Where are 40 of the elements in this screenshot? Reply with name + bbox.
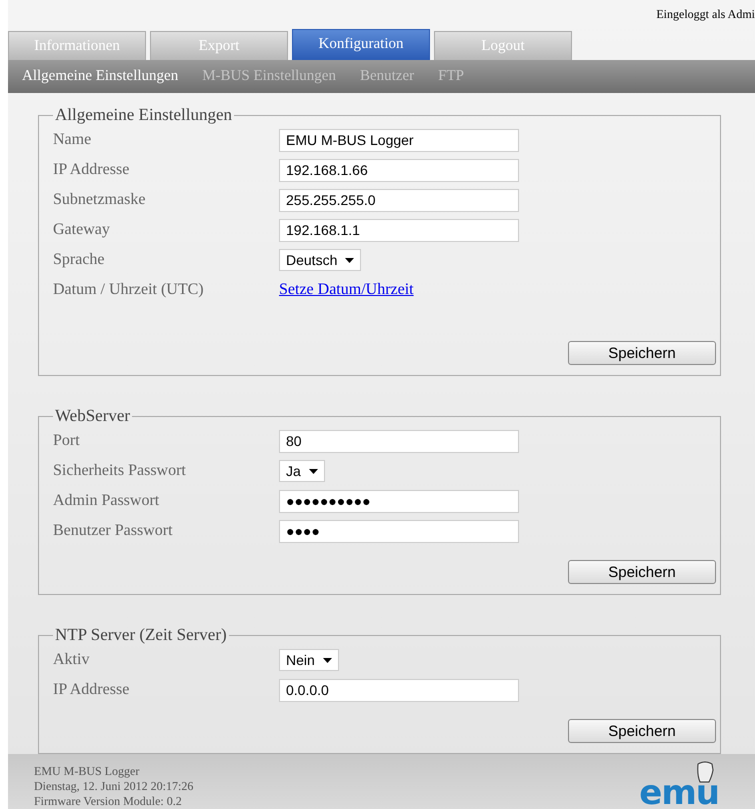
footer-text: EMU M-BUS Logger xyxy=(34,764,140,779)
input-field[interactable]: EMU M-BUS Logger xyxy=(279,128,519,152)
field-label: Sprache xyxy=(53,251,106,269)
field-label: Benutzer Passwort xyxy=(53,522,174,540)
field-label: Port xyxy=(53,432,81,450)
select-field[interactable]: Ja xyxy=(279,460,325,482)
footer-text: Firmware Version Module: 0.2 xyxy=(34,794,183,809)
input-field[interactable]: 80 xyxy=(279,430,519,452)
select-field[interactable]: Deutsch xyxy=(279,249,362,271)
caret-icon xyxy=(322,658,332,662)
input-field[interactable]: 192.168.1.1 xyxy=(279,218,519,242)
footer-text: Dienstag, 12. Juni 2012 20:17:26 xyxy=(34,779,194,794)
section-title: Allgemeine Einstellungen xyxy=(54,105,234,125)
field-label: Gateway xyxy=(53,221,111,239)
input-field[interactable]: 255.255.255.0 xyxy=(279,188,519,212)
save-button[interactable]: Speichern xyxy=(568,560,716,584)
field-label: IP Addresse xyxy=(53,681,130,699)
field-label: Name xyxy=(53,131,92,149)
emu-logo: emu xyxy=(639,777,719,809)
field-label: Subnetzmaske xyxy=(53,191,146,209)
select-field[interactable]: Nein xyxy=(279,649,339,671)
set-datetime-link[interactable]: Setze Datum/Uhrzeit xyxy=(279,281,414,299)
save-button[interactable]: Speichern xyxy=(568,341,716,365)
field-label: Sicherheits Passwort xyxy=(53,462,187,480)
field-label: Admin Passwort xyxy=(53,492,160,510)
nav-tab[interactable]: Konfiguration xyxy=(292,29,430,60)
field-label: IP Addresse xyxy=(53,161,130,179)
field-label: Aktiv xyxy=(53,651,90,669)
section-title: WebServer xyxy=(54,406,132,426)
password-field[interactable]: ●●●●●●●●●● xyxy=(279,490,519,512)
subnav-link[interactable]: Allgemeine Einstellungen xyxy=(22,68,178,85)
caret-icon xyxy=(308,468,318,474)
password-field[interactable]: ●●●● xyxy=(279,520,519,542)
login-status: Eingeloggt als Admi xyxy=(656,6,755,22)
save-button[interactable]: Speichern xyxy=(568,719,716,743)
section-title: NTP Server (Zeit Server) xyxy=(54,625,228,645)
field-label: Datum / Uhrzeit (UTC) xyxy=(53,281,205,299)
input-field[interactable]: 192.168.1.66 xyxy=(279,158,519,182)
caret-icon xyxy=(345,258,354,262)
input-field[interactable]: 0.0.0.0 xyxy=(279,678,519,702)
